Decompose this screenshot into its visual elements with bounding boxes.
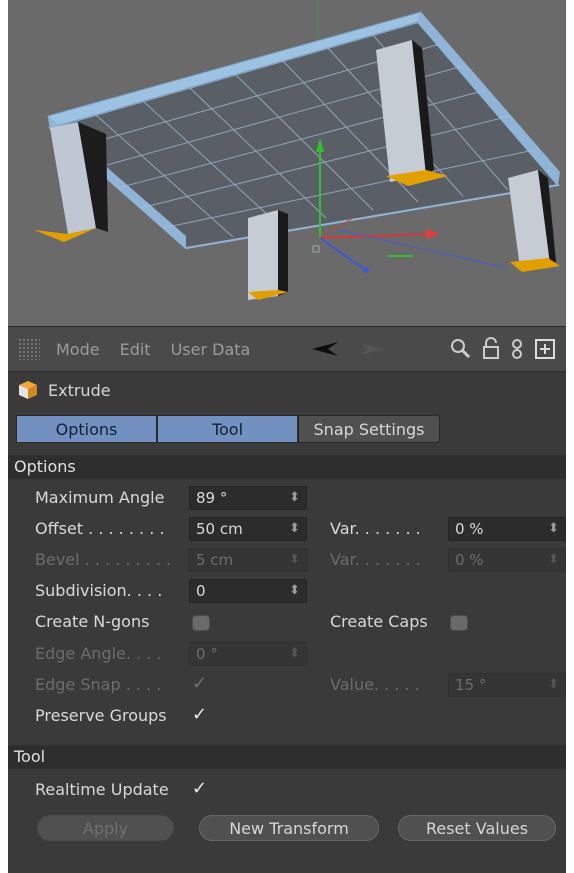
- menu-edit[interactable]: Edit: [120, 340, 151, 359]
- edge-snap-value-field[interactable]: 15 ° ⬍: [448, 673, 566, 697]
- section-options-header: Options: [8, 455, 566, 479]
- edge-snap-checkmark-icon[interactable]: ✓: [192, 673, 207, 694]
- subdivision-label: Subdivision. . . .: [35, 581, 163, 600]
- viewport-scene: [34, 0, 560, 300]
- spin-arrows-icon[interactable]: ⬍: [548, 674, 559, 696]
- lock-icon[interactable]: [481, 327, 501, 371]
- spin-arrows-icon[interactable]: ⬍: [289, 643, 300, 665]
- menu-mode[interactable]: Mode: [56, 340, 100, 359]
- tab-options[interactable]: Options: [16, 415, 157, 443]
- edge-angle-field[interactable]: 0 ° ⬍: [189, 642, 307, 666]
- edge-snap-value-label: Value. . . . .: [330, 675, 420, 694]
- bevel-field[interactable]: 5 cm ⬍: [189, 548, 307, 572]
- row-subdivision: Subdivision. . . . 0 ⬍: [8, 579, 566, 605]
- row-offset: Offset . . . . . . . . 50 cm ⬍ Var. . . …: [8, 517, 566, 543]
- preserve-groups-checkmark-icon[interactable]: ✓: [192, 704, 207, 725]
- object-header: Extrude: [8, 371, 566, 409]
- spin-arrows-icon[interactable]: ⬍: [289, 518, 300, 540]
- back-arrow-icon[interactable]: [308, 327, 342, 371]
- spin-arrows-icon[interactable]: ⬍: [289, 487, 300, 509]
- bevel-var-value: 0 %: [455, 551, 484, 569]
- spin-arrows-icon[interactable]: ⬍: [548, 518, 559, 540]
- link-icon[interactable]: [510, 327, 524, 371]
- 3d-viewport[interactable]: [8, 0, 566, 326]
- subdivision-value: 0: [196, 582, 206, 600]
- row-bevel: Bevel . . . . . . . . . 5 cm ⬍ Var. . . …: [8, 548, 566, 574]
- leg-front-center: [248, 210, 278, 300]
- tab-bar: Options Tool Snap Settings: [16, 415, 440, 445]
- attribute-toolbar: Mode Edit User Data: [8, 326, 566, 372]
- search-icon[interactable]: [450, 327, 472, 371]
- subdivision-field[interactable]: 0 ⬍: [189, 579, 307, 603]
- new-panel-icon[interactable]: [534, 327, 556, 371]
- edge-snap-label: Edge Snap . . . .: [35, 675, 162, 694]
- section-tool-header: Tool: [8, 745, 566, 769]
- offset-field[interactable]: 50 cm ⬍: [189, 517, 307, 541]
- edge-angle-label: Edge Angle. . . .: [35, 644, 162, 663]
- row-create-ngons: Create N-gons Create Caps: [8, 610, 566, 636]
- row-maximum-angle: Maximum Angle 89 ° ⬍: [8, 486, 566, 512]
- attribute-manager-window: Mode Edit User Data Extrude Options Tool…: [8, 0, 566, 873]
- offset-label: Offset . . . . . . . .: [35, 519, 165, 538]
- maximum-angle-field[interactable]: 89 ° ⬍: [189, 486, 307, 510]
- table-top-bottom-face: [47, 20, 560, 250]
- create-caps-checkbox[interactable]: [450, 615, 468, 631]
- maximum-angle-value: 89 °: [196, 489, 228, 507]
- bevel-var-field[interactable]: 0 % ⬍: [448, 548, 566, 572]
- offset-var-field[interactable]: 0 % ⬍: [448, 517, 566, 541]
- spin-arrows-icon[interactable]: ⬍: [289, 549, 300, 571]
- apply-button[interactable]: Apply: [37, 815, 174, 841]
- offset-var-value: 0 %: [455, 520, 484, 538]
- spin-arrows-icon[interactable]: ⬍: [548, 549, 559, 571]
- object-name: Extrude: [48, 380, 111, 400]
- tab-snap-settings[interactable]: Snap Settings: [298, 415, 440, 443]
- bevel-label: Bevel . . . . . . . . .: [35, 550, 172, 569]
- row-preserve-groups: Preserve Groups ✓: [8, 704, 566, 730]
- preserve-groups-label: Preserve Groups: [35, 706, 167, 725]
- row-realtime-update: Realtime Update ✓: [8, 778, 566, 804]
- create-ngons-checkbox[interactable]: [192, 615, 210, 631]
- reset-values-button[interactable]: Reset Values: [398, 815, 556, 841]
- menu-user-data[interactable]: User Data: [171, 340, 251, 359]
- forward-arrow-icon[interactable]: [358, 327, 388, 371]
- row-edge-angle: Edge Angle. . . . 0 ° ⬍: [8, 642, 566, 668]
- realtime-update-label: Realtime Update: [35, 780, 169, 799]
- new-transform-button[interactable]: New Transform: [199, 815, 379, 841]
- realtime-update-checkmark-icon[interactable]: ✓: [192, 778, 207, 799]
- offset-var-label: Var. . . . . . .: [330, 519, 421, 538]
- create-caps-label: Create Caps: [330, 612, 428, 631]
- offset-value: 50 cm: [196, 520, 243, 538]
- tab-tool[interactable]: Tool: [157, 415, 298, 443]
- extrude-icon: [19, 381, 37, 399]
- create-ngons-label: Create N-gons: [35, 612, 150, 631]
- edge-angle-value: 0 °: [196, 645, 218, 663]
- edge-snap-value: 15 °: [455, 676, 487, 694]
- grip-icon[interactable]: [18, 338, 40, 360]
- bevel-value: 5 cm: [196, 551, 234, 569]
- maximum-angle-label: Maximum Angle: [35, 488, 165, 507]
- row-edge-snap: Edge Snap . . . . ✓ Value. . . . . 15 ° …: [8, 673, 566, 699]
- bevel-var-label: Var. . . . . . .: [330, 550, 421, 569]
- spin-arrows-icon[interactable]: ⬍: [289, 580, 300, 602]
